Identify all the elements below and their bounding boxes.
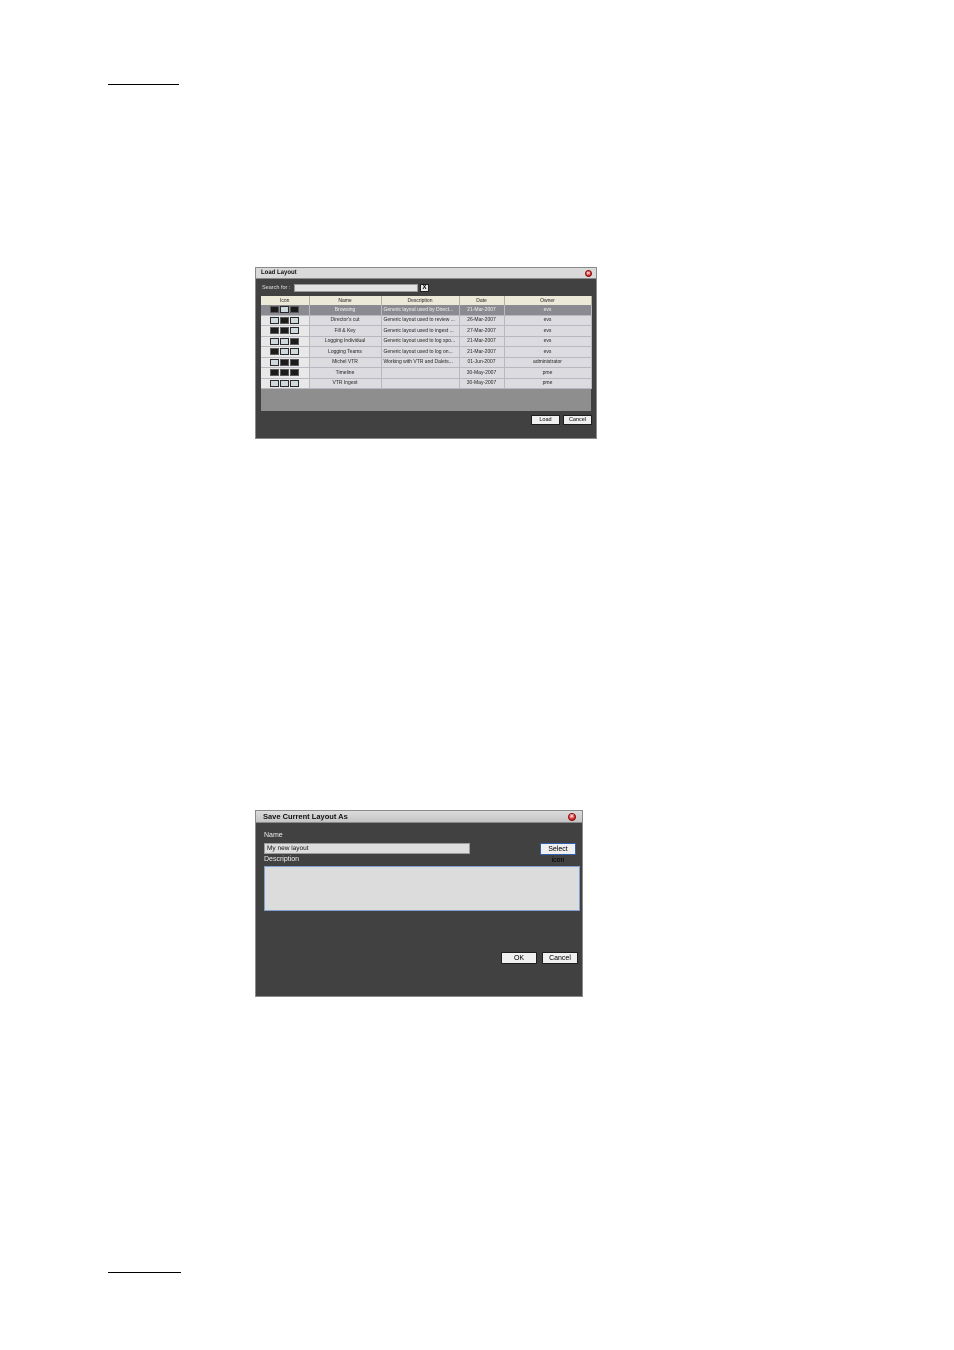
layout-date-cell: 21-Mar-2007 — [459, 346, 505, 358]
load-layout-dialog: Load Layout ✕ Search for : X Icon Name Des… — [255, 267, 597, 439]
layout-name-cell: Fill & Key — [309, 325, 382, 337]
layout-owner-cell: evs — [504, 346, 592, 358]
name-label: Name — [264, 832, 283, 839]
layout-thumbnail-icon — [261, 336, 310, 347]
layout-owner-cell: pme — [504, 367, 592, 379]
table-row[interactable]: Director's cut Generic layout used to rev… — [261, 315, 592, 326]
layout-date-cell: 30-May-2007 — [459, 378, 505, 389]
cancel-button[interactable]: Cancel — [563, 415, 592, 425]
layout-owner-cell: evs — [504, 325, 592, 337]
layout-owner-cell: evs — [504, 305, 592, 316]
table-row[interactable]: Fill & Key Generic layout used to ingest … — [261, 325, 592, 337]
layout-thumbnail-icon — [261, 325, 310, 337]
table-row[interactable]: Browsing Generic layout used by Direct...… — [261, 305, 592, 316]
load-button[interactable]: Load — [531, 415, 560, 425]
layout-grid: Icon Name Description Date Owner Browsing Gen… — [261, 296, 592, 411]
layout-owner-cell: administrator — [504, 357, 592, 368]
column-header[interactable]: Date — [459, 296, 505, 305]
column-header[interactable]: Description — [381, 296, 460, 305]
layout-name-cell: Logging Individual — [309, 336, 382, 347]
ok-button[interactable]: OK — [501, 952, 537, 964]
layout-description-cell: Generic layout used to ingest ... — [381, 325, 460, 337]
search-label: Search for : — [262, 285, 291, 291]
layout-date-cell: 21-Mar-2007 — [459, 305, 505, 316]
layout-date-cell: 27-Mar-2007 — [459, 325, 505, 337]
layout-owner-cell: evs — [504, 315, 592, 326]
layout-name-cell: Director's cut — [309, 315, 382, 326]
layout-owner-cell: evs — [504, 336, 592, 347]
description-label: Description — [264, 856, 300, 863]
layout-thumbnail-icon — [261, 315, 310, 326]
table-row[interactable]: Logging Individual Generic layout used to… — [261, 336, 592, 347]
layout-thumbnail-icon — [261, 357, 310, 368]
layout-table: Icon Name Description Date Owner Browsing Gen… — [261, 296, 592, 389]
layout-thumbnail-icon — [261, 346, 310, 358]
layout-date-cell: 26-Mar-2007 — [459, 315, 505, 326]
layout-description-cell: Generic layout used to log spo... — [381, 336, 460, 347]
layout-name-cell: Michel VTR — [309, 357, 382, 368]
select-icon-button[interactable]: Select icon — [540, 843, 576, 864]
layout-owner-cell: pme — [504, 378, 592, 389]
save-layout-dialog: Save Current Layout As ✕ Name My new lay… — [255, 810, 583, 997]
close-icon[interactable]: ✕ — [585, 270, 592, 277]
table-row[interactable]: Timeline 30-May-2007 pme — [261, 367, 592, 379]
column-header[interactable]: Name — [309, 296, 382, 305]
layout-name-cell: Timeline — [309, 367, 382, 379]
dialog-title: Save Current Layout As — [256, 811, 582, 823]
layout-description-cell: Generic layout used to log on... — [381, 346, 460, 358]
footer-rule — [108, 1272, 181, 1273]
column-header[interactable]: Owner — [504, 296, 592, 305]
layout-date-cell: 01-Jun-2007 — [459, 357, 505, 368]
layout-date-cell: 21-Mar-2007 — [459, 336, 505, 347]
layout-thumbnail-icon — [261, 367, 310, 379]
clear-search-button[interactable]: X — [420, 284, 429, 292]
layout-name-cell: VTR Ingest — [309, 378, 382, 389]
layout-description-cell — [381, 378, 460, 389]
name-field[interactable]: My new layout — [264, 843, 470, 854]
layout-thumbnail-icon — [261, 305, 310, 316]
dialog-title: Load Layout — [256, 268, 596, 279]
description-field[interactable] — [264, 866, 580, 911]
table-row[interactable]: Michel VTR Working with VTR and Dalets...… — [261, 357, 592, 368]
table-row[interactable]: Logging Teams Generic layout used to log … — [261, 346, 592, 358]
layout-description-cell: Generic layout used by Direct... — [381, 305, 460, 316]
layout-name-cell: Logging Teams — [309, 346, 382, 358]
cancel-button[interactable]: Cancel — [542, 952, 578, 964]
layout-name-cell: Browsing — [309, 305, 382, 316]
layout-description-cell — [381, 367, 460, 379]
layout-date-cell: 30-May-2007 — [459, 367, 505, 379]
layout-thumbnail-icon — [261, 378, 310, 389]
table-row[interactable]: VTR Ingest 30-May-2007 pme — [261, 378, 592, 389]
close-icon[interactable]: ✕ — [568, 813, 576, 821]
column-header[interactable]: Icon — [261, 296, 310, 305]
header-rule — [108, 84, 179, 85]
layout-description-cell: Generic layout used to review ... — [381, 315, 460, 326]
layout-description-cell: Working with VTR and Dalets... — [381, 357, 460, 368]
search-input[interactable] — [294, 284, 418, 292]
